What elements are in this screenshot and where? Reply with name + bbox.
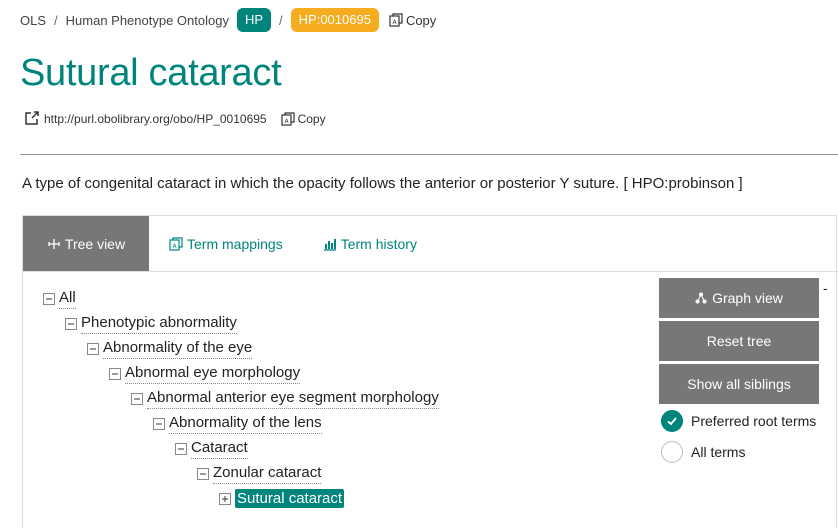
collapse-icon[interactable]: [43, 293, 55, 305]
tree-node-label[interactable]: Cataract: [191, 439, 248, 459]
tree-icon: [48, 238, 60, 249]
graph-icon: [695, 292, 707, 304]
collapse-icon[interactable]: [109, 368, 121, 380]
copy-iri-button[interactable]: A Copy: [280, 111, 326, 126]
tab-term-mappings[interactable]: A Term mappings: [149, 216, 303, 271]
tree-node-label[interactable]: Abnormal anterior eye segment morphology: [147, 389, 439, 409]
tab-tree-view[interactable]: Tree view: [23, 216, 149, 271]
collapse-icon[interactable]: [197, 468, 209, 480]
graph-view-button[interactable]: Graph view: [659, 278, 819, 318]
tree-node-label[interactable]: Sutural cataract: [235, 489, 345, 508]
tree-node-label[interactable]: Zonular cataract: [213, 464, 322, 484]
copy-icon: A: [280, 111, 295, 126]
tab-term-history[interactable]: Term history: [303, 216, 437, 271]
svg-text:A: A: [284, 118, 289, 125]
term-id-badge[interactable]: HP:0010695: [290, 8, 379, 32]
breadcrumb-separator: /: [54, 12, 58, 28]
collapse-icon[interactable]: [65, 318, 77, 330]
collapse-icon[interactable]: [87, 343, 99, 355]
preferred-root-terms-option[interactable]: Preferred root terms: [661, 410, 816, 432]
breadcrumb: OLS / Human Phenotype Ontology HP / HP:0…: [20, 8, 436, 32]
breadcrumb-separator: /: [279, 12, 283, 28]
tree-node[interactable]: Abnormal anterior eye segment morphology: [131, 389, 439, 409]
section-divider: [20, 154, 838, 155]
tree-node-label[interactable]: Abnormality of the eye: [103, 339, 253, 359]
tree-node[interactable]: Abnormality of the lens: [153, 414, 322, 434]
tab-label: Tree view: [64, 235, 126, 252]
radio-unchecked[interactable]: [661, 441, 683, 463]
copy-term-id-button[interactable]: A Copy: [389, 13, 436, 28]
preferred-root-terms-label: Preferred root terms: [691, 413, 817, 429]
tree-node[interactable]: Cataract: [175, 439, 248, 459]
dash-text: -: [823, 280, 828, 296]
tree-node-label[interactable]: Abnormality of the lens: [169, 414, 322, 434]
graph-view-label: Graph view: [712, 290, 783, 306]
breadcrumb-ontology-link[interactable]: Human Phenotype Ontology: [66, 13, 229, 28]
tree-node-label[interactable]: Phenotypic abnormality: [81, 314, 237, 334]
ontology-badge[interactable]: HP: [236, 8, 272, 32]
copy-label: Copy: [297, 111, 326, 126]
chart-bar-icon: [323, 238, 336, 251]
copy-icon: A: [389, 13, 403, 27]
tree-node-selected[interactable]: Sutural cataract: [219, 489, 345, 508]
term-iri-link[interactable]: http://purl.obolibrary.org/obo/HP_001069…: [44, 112, 267, 126]
tree-node-label[interactable]: Abnormal eye morphology: [125, 364, 301, 384]
collapse-icon[interactable]: [175, 443, 187, 455]
svg-text:A: A: [392, 19, 397, 26]
tab-label: Term mappings: [187, 235, 283, 252]
tree-node[interactable]: All: [43, 289, 76, 309]
external-link-icon[interactable]: [24, 111, 39, 126]
page-title: Sutural cataract: [20, 52, 282, 94]
reset-tree-button[interactable]: Reset tree: [659, 321, 819, 361]
all-terms-option[interactable]: All terms: [661, 441, 745, 463]
tree-node[interactable]: Abnormal eye morphology: [109, 364, 301, 384]
tree-node[interactable]: Abnormality of the eye: [87, 339, 253, 359]
tab-label: Term history: [340, 235, 417, 252]
collapse-icon[interactable]: [153, 418, 165, 430]
show-all-siblings-button[interactable]: Show all siblings: [659, 364, 819, 404]
radio-checked[interactable]: [661, 410, 683, 432]
copy-label: Copy: [405, 12, 437, 28]
tree-node[interactable]: Phenotypic abnormality: [65, 314, 237, 334]
svg-text:A: A: [172, 243, 177, 250]
breadcrumb-ols-link[interactable]: OLS: [20, 13, 46, 28]
term-iri-row: http://purl.obolibrary.org/obo/HP_001069…: [24, 111, 326, 126]
collapse-icon[interactable]: [131, 393, 143, 405]
tree-node[interactable]: Zonular cataract: [197, 464, 322, 484]
tab-bar: Tree view A Term mappings Term history: [23, 216, 437, 271]
check-icon: [667, 417, 677, 426]
tree-node-label[interactable]: All: [59, 289, 76, 309]
all-terms-label: All terms: [691, 444, 746, 460]
expand-icon[interactable]: [219, 492, 231, 505]
term-panel: Tree view A Term mappings Term history A…: [22, 215, 838, 528]
tab-underline: [23, 271, 838, 272]
mappings-icon: A: [169, 236, 183, 251]
term-description: A type of congenital cataract in which t…: [22, 175, 743, 192]
